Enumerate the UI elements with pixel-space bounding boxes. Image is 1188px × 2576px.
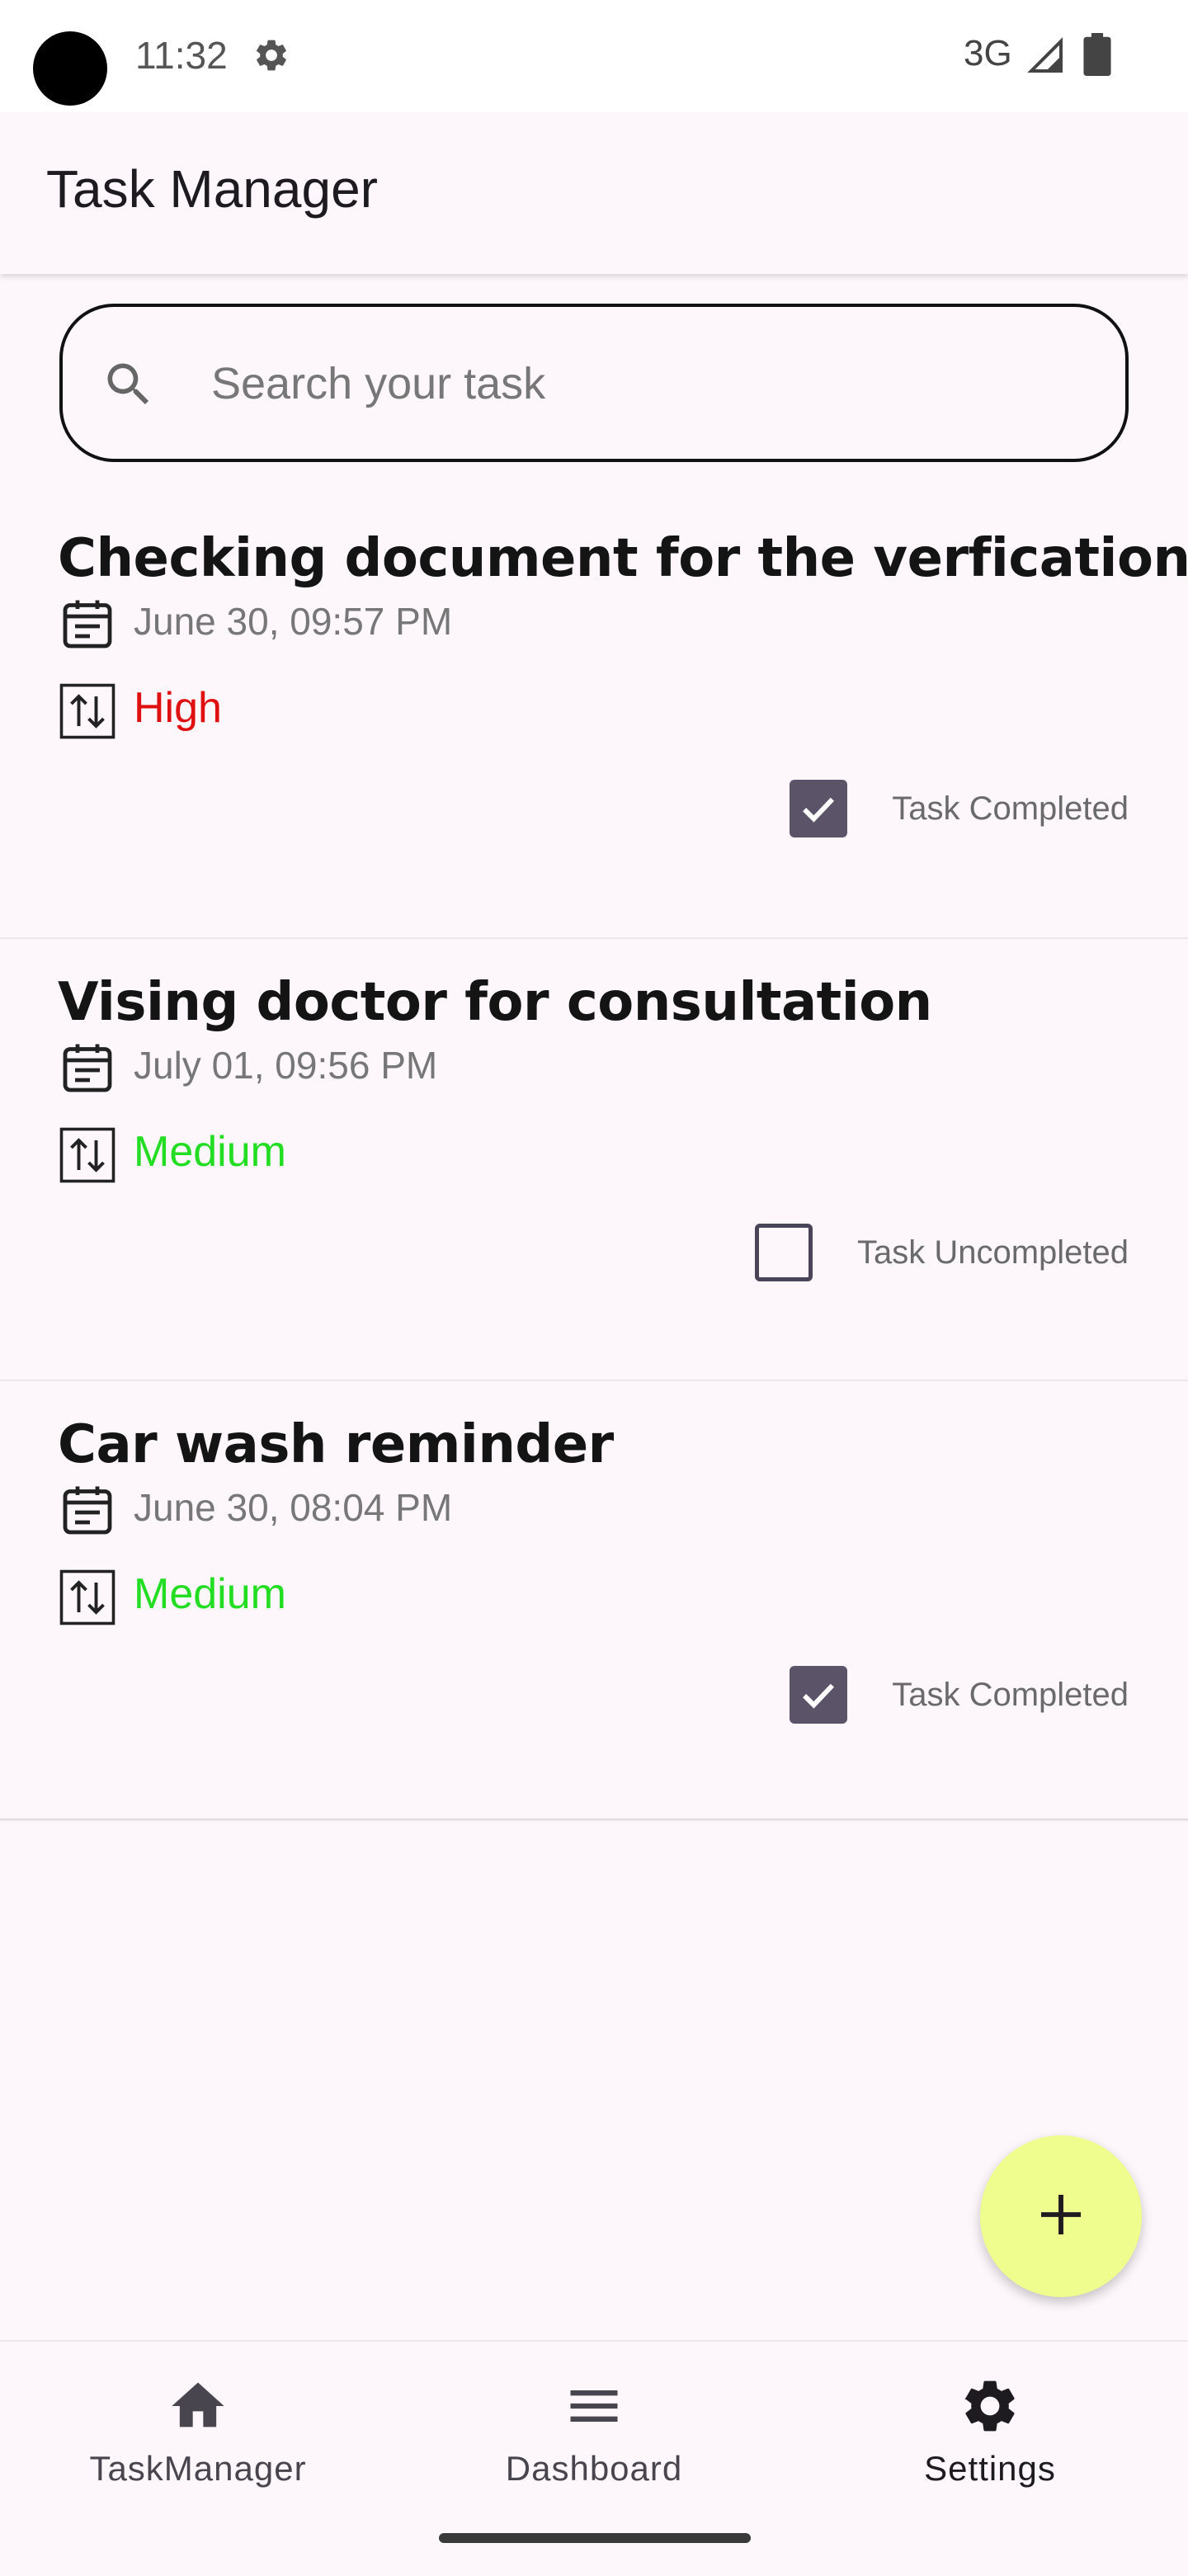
- search-bar[interactable]: [59, 304, 1129, 462]
- calendar-icon: [58, 1038, 117, 1101]
- task-priority: Medium: [134, 1570, 286, 1618]
- nav-label: TaskManager: [89, 2449, 307, 2488]
- nav-item-settings[interactable]: Settings: [817, 2375, 1163, 2498]
- nav-item-dashboard[interactable]: Dashboard: [421, 2375, 767, 2498]
- nav-item-taskmanager[interactable]: TaskManager: [25, 2375, 371, 2498]
- nav-label: Settings: [924, 2449, 1056, 2488]
- app-bar: Task Manager: [0, 112, 1188, 274]
- task-card[interactable]: Car wash reminder June 30, 08:04 PM Medi…: [0, 1380, 1188, 1823]
- gear-icon: [959, 2375, 1021, 2441]
- task-title: Checking document for the verfication: [58, 528, 1188, 589]
- home-icon: [167, 2375, 229, 2441]
- plus-icon: [1035, 2188, 1087, 2244]
- task-date: June 30, 09:57 PM: [134, 600, 453, 643]
- task-date: July 01, 09:56 PM: [134, 1044, 438, 1087]
- search-input[interactable]: [210, 340, 1104, 427]
- task-status-label: Task Completed: [892, 790, 1129, 827]
- list-divider: [0, 1819, 1188, 1822]
- home-indicator[interactable]: [439, 2533, 751, 2543]
- task-status[interactable]: Task Completed: [790, 776, 1129, 842]
- status-bar: 11:32 3G: [0, 0, 1188, 112]
- status-clock: 11:32: [135, 34, 228, 77]
- completed-checkbox[interactable]: [790, 1666, 848, 1724]
- gear-icon: [252, 36, 290, 78]
- uncompleted-checkbox[interactable]: [754, 1224, 813, 1281]
- nav-label: Dashboard: [505, 2449, 683, 2488]
- task-priority: Medium: [134, 1128, 286, 1176]
- menu-icon: [563, 2375, 625, 2441]
- priority-sort-icon: [58, 682, 117, 744]
- task-status-label: Task Uncompleted: [856, 1234, 1129, 1271]
- task-date: June 30, 08:04 PM: [134, 1486, 453, 1529]
- search-icon: [101, 356, 157, 416]
- camera-cutout: [33, 31, 107, 106]
- task-status[interactable]: Task Completed: [790, 1662, 1129, 1728]
- calendar-icon: [58, 1480, 117, 1543]
- task-priority: High: [134, 684, 222, 732]
- add-task-button[interactable]: [980, 2135, 1142, 2297]
- page-title: Task Manager: [46, 159, 378, 219]
- completed-checkbox[interactable]: [790, 780, 848, 837]
- calendar-icon: [58, 594, 117, 657]
- task-card[interactable]: Checking document for the verfication Ju…: [0, 495, 1188, 937]
- task-card[interactable]: Vising doctor for consultation July 01, …: [0, 937, 1188, 1381]
- priority-sort-icon: [58, 1125, 117, 1188]
- priority-sort-icon: [58, 1568, 117, 1630]
- signal-icon: [1026, 36, 1066, 79]
- network-type: 3G: [964, 33, 1012, 73]
- task-title: Vising doctor for consultation: [58, 972, 932, 1033]
- task-status-label: Task Completed: [892, 1676, 1129, 1713]
- task-status[interactable]: Task Uncompleted: [754, 1220, 1129, 1286]
- battery-icon: [1082, 33, 1112, 79]
- task-title: Car wash reminder: [58, 1414, 614, 1475]
